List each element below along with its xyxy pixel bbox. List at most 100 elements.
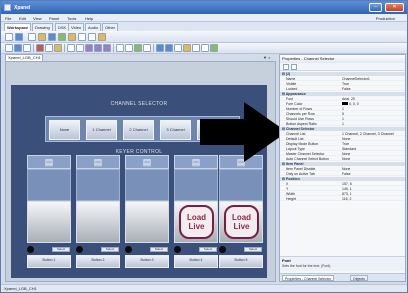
zoom-in-icon[interactable] — [156, 44, 164, 52]
menu-panel[interactable]: Panel — [49, 16, 59, 21]
property-row[interactable]: Display Mode Button True — [280, 142, 405, 146]
categorized-icon[interactable] — [283, 64, 289, 70]
keyer-preview[interactable] — [27, 201, 71, 243]
pin-close-icon[interactable]: ▼ × — [263, 55, 270, 60]
zoom-out-icon[interactable] — [165, 44, 173, 52]
property-row[interactable]: Layout Type Standard — [280, 147, 405, 151]
property-value[interactable]: 0, 0, 0 — [342, 102, 404, 106]
undo-icon[interactable] — [67, 44, 75, 52]
keyer-select[interactable]: Select — [244, 247, 262, 252]
property-value[interactable]: None — [342, 137, 404, 141]
ungroup-icon[interactable] — [143, 44, 151, 52]
send-back-icon[interactable] — [125, 44, 133, 52]
property-row[interactable]: Channel List 1 Channel, 2 Channel, 3 Chan… — [280, 132, 405, 136]
grid-table-icon[interactable] — [88, 33, 96, 41]
property-value[interactable]: True — [342, 142, 404, 146]
save-icon[interactable] — [5, 44, 13, 52]
run-icon[interactable] — [210, 44, 218, 52]
menu-help[interactable]: Help — [85, 16, 93, 21]
paste-icon[interactable] — [54, 44, 62, 52]
tab-video[interactable]: Video — [68, 23, 85, 31]
open-icon[interactable] — [14, 44, 22, 52]
load-live-logo[interactable]: Load Live — [224, 205, 259, 239]
property-group[interactable]: ⊟ Channel Selector — [280, 127, 405, 131]
circle-icon[interactable] — [28, 33, 36, 41]
align-left-icon[interactable] — [85, 44, 93, 52]
monitor-icon[interactable] — [58, 33, 66, 41]
property-value[interactable]: 157, 6 — [342, 182, 404, 186]
copy-icon[interactable] — [45, 44, 53, 52]
property-row[interactable]: Channels per Row 5 — [280, 112, 405, 116]
property-row[interactable]: Visible True — [280, 82, 405, 86]
property-row[interactable]: X 157, 6 — [280, 182, 405, 186]
tab-other[interactable]: Other — [102, 23, 119, 31]
property-value[interactable]: None — [342, 152, 404, 156]
property-value[interactable]: 1 — [342, 117, 404, 121]
property-value[interactable]: 1 Channel, 2 Channel, 3 Channel — [342, 132, 404, 136]
property-value[interactable]: 1 — [342, 107, 404, 111]
menu-view[interactable]: View — [33, 16, 42, 21]
mode-label[interactable]: Production — [376, 16, 395, 21]
property-value[interactable]: ChannelSelector1 — [342, 77, 404, 81]
keyer-select[interactable]: Select — [199, 247, 217, 252]
fit-icon[interactable] — [174, 44, 182, 52]
alphabetical-icon[interactable] — [291, 64, 297, 70]
property-value[interactable]: 873, 1 — [342, 192, 404, 196]
align-right-icon[interactable] — [103, 44, 111, 52]
property-group[interactable]: ⊟ (2) — [280, 72, 405, 76]
keyer-select[interactable]: Select — [101, 247, 119, 252]
brush-icon[interactable] — [38, 33, 46, 41]
channel-button-1[interactable]: 1 Channel — [86, 120, 117, 140]
menu-file[interactable]: File — [5, 16, 11, 21]
property-value[interactable]: Arial, 20 — [342, 97, 404, 101]
keyer-preview[interactable] — [76, 201, 120, 243]
settings-icon[interactable] — [192, 44, 200, 52]
property-grid[interactable]: ⊟ (2) Name ChannelSelector1 Visible True Lock… — [280, 72, 405, 254]
tab-drawing[interactable]: Drawing — [32, 23, 53, 31]
keyer-button-5[interactable]: Button 5 — [219, 255, 263, 268]
monitor-icon[interactable]: ▤ — [27, 155, 71, 169]
group-icon[interactable] — [134, 44, 142, 52]
property-row[interactable]: Should Use Rows 1 — [280, 117, 405, 121]
property-value[interactable]: Standard — [342, 147, 404, 151]
keyer-button-4[interactable]: Button 4 — [174, 255, 218, 268]
menu-edit[interactable]: Edit — [19, 16, 26, 21]
keyer-button-1[interactable]: Button 1 — [27, 255, 71, 268]
property-value[interactable]: False — [342, 87, 404, 91]
lightbulb-icon[interactable] — [98, 33, 106, 41]
layout-icon[interactable] — [15, 33, 23, 41]
keyer-select[interactable]: Select — [150, 247, 168, 252]
property-row[interactable]: Font Arial, 20 — [280, 97, 405, 101]
tab-objects[interactable]: Objects — [350, 275, 368, 281]
keyer-preview[interactable]: Load Live — [174, 201, 218, 243]
keyer-button-2[interactable]: Button 2 — [76, 255, 120, 268]
property-row[interactable]: Name ChannelSelector1 — [280, 77, 405, 81]
property-row[interactable]: Locked False — [280, 87, 405, 91]
bring-front-icon[interactable] — [116, 44, 124, 52]
tab-workspace[interactable]: Workspace — [4, 23, 32, 31]
property-value[interactable]: 145, 1 — [342, 187, 404, 191]
property-row[interactable]: Y 145, 1 — [280, 187, 405, 191]
help-icon[interactable] — [201, 44, 209, 52]
align-center-icon[interactable] — [94, 44, 102, 52]
property-value[interactable]: 1 — [342, 122, 404, 126]
property-group[interactable]: ⊟ Position — [280, 177, 405, 181]
keyer-preview[interactable]: Load Live — [219, 201, 263, 243]
property-group[interactable]: ⊟ Appearance — [280, 92, 405, 96]
menu-tools[interactable]: Tools — [67, 16, 76, 21]
property-value[interactable]: None — [342, 167, 404, 171]
property-row[interactable]: Master Channel Selector None — [280, 152, 405, 156]
print-icon[interactable] — [23, 44, 31, 52]
property-row[interactable]: Auto Channel Select Button None — [280, 157, 405, 161]
tab-properties[interactable]: Properties - Channel Selector — [282, 275, 334, 281]
property-value[interactable]: False — [342, 172, 404, 176]
property-value[interactable]: 5 — [342, 112, 404, 116]
keyer-select[interactable]: Select — [52, 247, 70, 252]
cut-icon[interactable] — [36, 44, 44, 52]
channel-button-none[interactable]: None — [49, 120, 80, 140]
property-row[interactable]: Only on Active Tab False — [280, 172, 405, 176]
color-icon[interactable] — [183, 44, 191, 52]
keyer-button-3[interactable]: Button 3 — [125, 255, 169, 268]
property-group[interactable]: ⊟ Item Panel — [280, 162, 405, 166]
minimize-icon[interactable]: – — [369, 3, 382, 12]
